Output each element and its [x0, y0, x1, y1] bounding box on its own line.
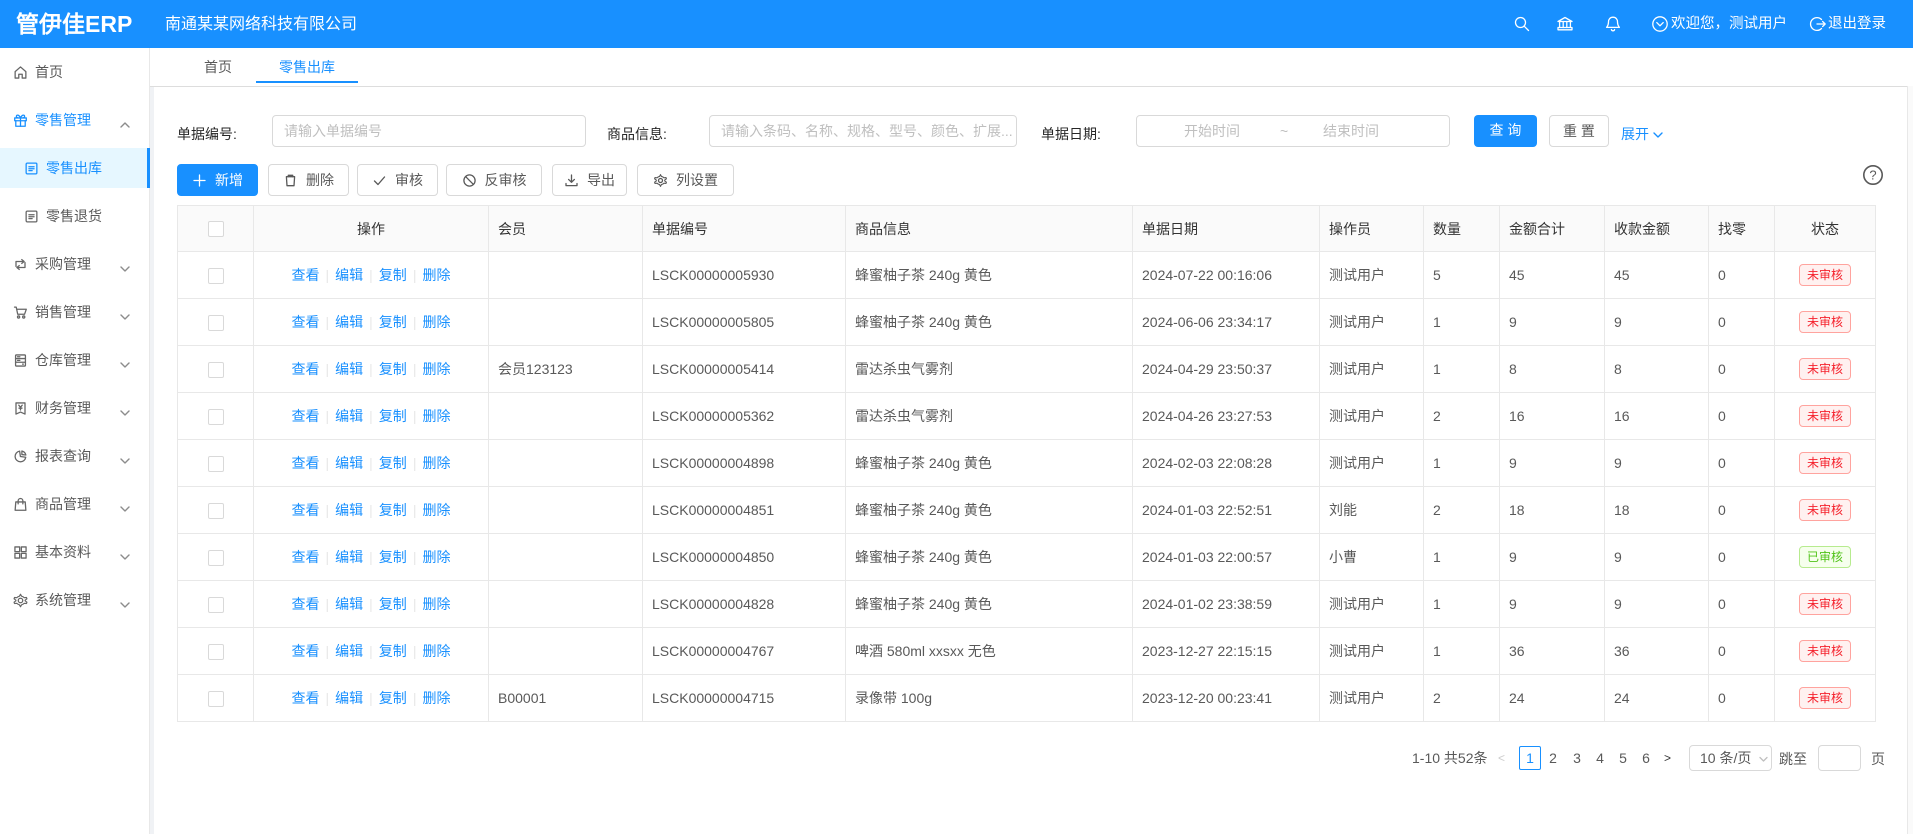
svg-text:?: ? [1869, 168, 1876, 183]
